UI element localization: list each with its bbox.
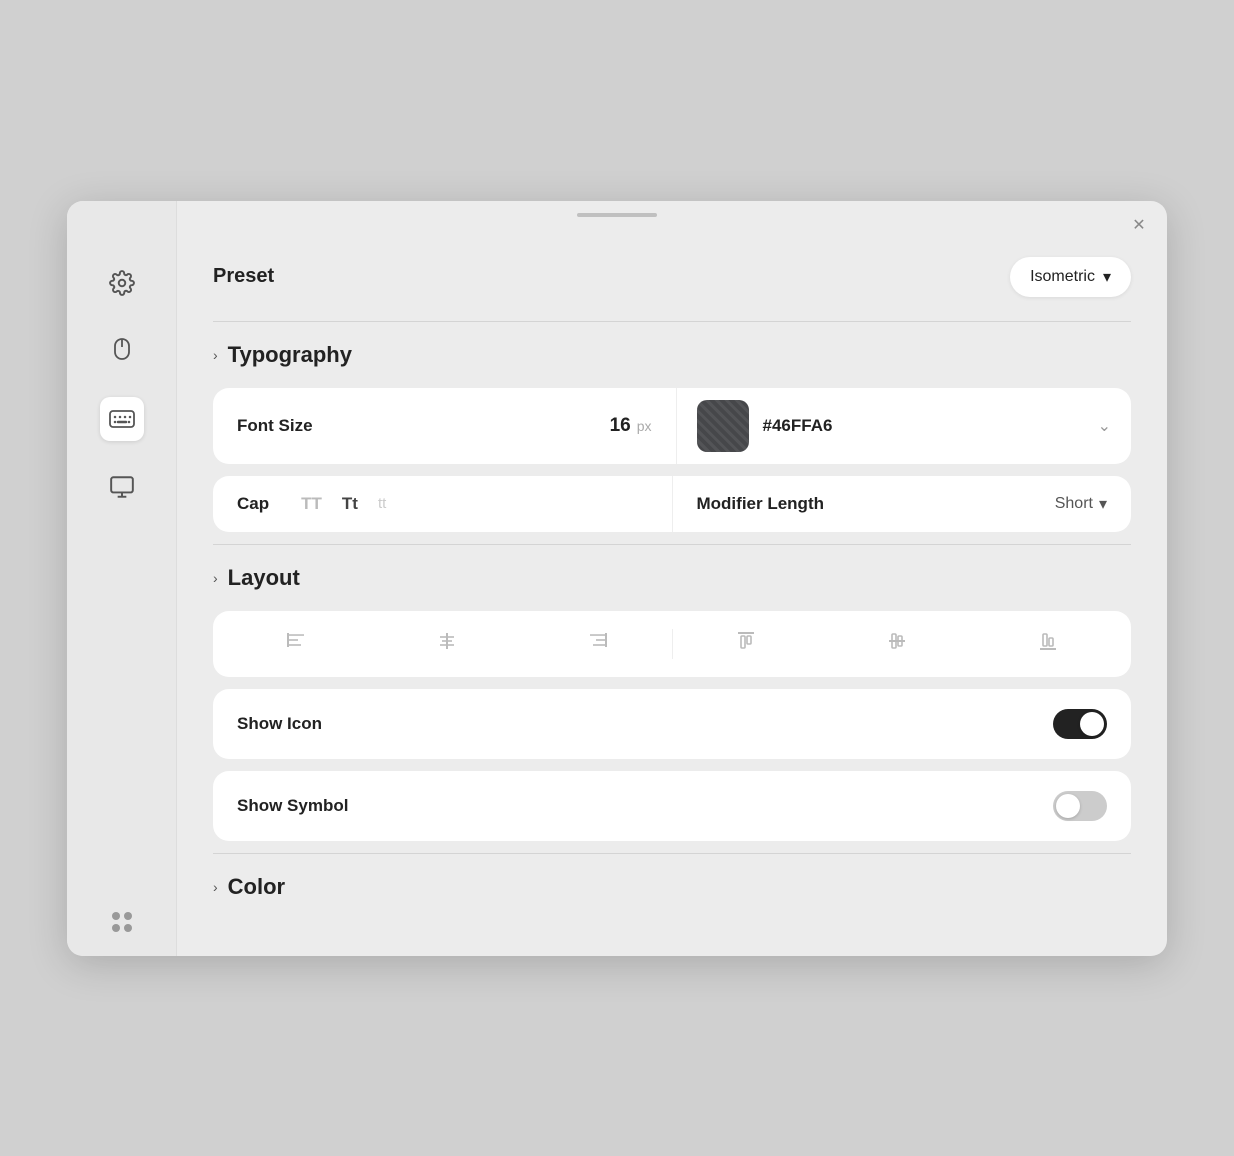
cap-option-tt-all[interactable]: TT xyxy=(301,494,322,514)
dot xyxy=(112,924,120,932)
color-section-header[interactable]: › Color xyxy=(213,874,1131,900)
modifier-chevron-icon: ▾ xyxy=(1099,494,1107,514)
font-size-color-card: Font Size 16 px #46FFA6 ⌄ xyxy=(213,388,1131,464)
sidebar-icon-mouse[interactable] xyxy=(100,329,144,373)
divider-after-typography xyxy=(213,544,1131,545)
align-middle-icon[interactable] xyxy=(886,630,908,658)
layout-cards: Show Icon Show Symbol xyxy=(213,611,1131,841)
alignment-card xyxy=(213,611,1131,677)
align-center-icon[interactable] xyxy=(436,630,458,658)
cap-modifier-card: Cap TT Tt tt Modifier Length Short ▾ xyxy=(213,476,1131,532)
layout-section-header[interactable]: › Layout xyxy=(213,565,1131,591)
dot xyxy=(124,924,132,932)
show-icon-toggle-knob xyxy=(1080,712,1104,736)
dot xyxy=(112,912,120,920)
font-size-label: Font Size xyxy=(237,416,313,436)
typography-cards: Font Size 16 px #46FFA6 ⌄ Cap TT Tt xyxy=(213,388,1131,532)
divider-after-preset xyxy=(213,321,1131,322)
align-top-icon[interactable] xyxy=(735,630,757,658)
typography-section-header[interactable]: › Typography xyxy=(213,342,1131,368)
drag-handle[interactable] xyxy=(577,213,657,217)
color-swatch xyxy=(697,400,749,452)
divider-after-layout xyxy=(213,853,1131,854)
color-dropdown-icon: ⌄ xyxy=(1098,416,1111,436)
modifier-section: Modifier Length Short ▾ xyxy=(673,476,1132,532)
preset-dropdown[interactable]: Isometric ▾ xyxy=(1010,257,1131,297)
sidebar-icon-keyboard[interactable] xyxy=(100,397,144,441)
align-divider xyxy=(672,629,673,659)
preset-row: Preset Isometric ▾ xyxy=(213,257,1131,297)
font-size-unit: px xyxy=(637,418,652,434)
vertical-align-group xyxy=(683,630,1112,658)
sidebar-icon-gear[interactable] xyxy=(100,261,144,305)
show-symbol-card: Show Symbol xyxy=(213,771,1131,841)
show-symbol-toggle-knob xyxy=(1056,794,1080,818)
preset-chevron-icon: ▾ xyxy=(1103,267,1111,287)
font-size-number: 16 xyxy=(610,415,631,437)
modifier-length-label: Modifier Length xyxy=(697,494,824,514)
layout-section-title: Layout xyxy=(228,565,300,591)
cap-label: Cap xyxy=(237,494,269,514)
preset-value: Isometric xyxy=(1030,268,1095,286)
typography-chevron-icon: › xyxy=(213,347,218,363)
modifier-length-value: Short xyxy=(1055,495,1093,513)
font-size-section: Font Size 16 px xyxy=(213,388,677,464)
align-right-icon[interactable] xyxy=(587,630,609,658)
color-hex-value: #46FFA6 xyxy=(763,416,1084,436)
show-icon-toggle[interactable] xyxy=(1053,709,1107,739)
show-symbol-toggle[interactable] xyxy=(1053,791,1107,821)
main-content: Preset Isometric ▾ › Typography Font Siz… xyxy=(177,217,1167,956)
sidebar xyxy=(67,201,177,956)
alignment-buttons xyxy=(213,611,1131,677)
align-bottom-icon[interactable] xyxy=(1037,630,1059,658)
typography-section-title: Typography xyxy=(228,342,352,368)
show-symbol-label: Show Symbol xyxy=(237,796,348,816)
cap-section: Cap TT Tt tt xyxy=(213,476,673,532)
close-button[interactable]: ✕ xyxy=(1129,215,1149,235)
color-section-title: Color xyxy=(228,874,285,900)
preset-label: Preset xyxy=(213,265,274,288)
main-window: ✕ xyxy=(67,201,1167,956)
align-left-icon[interactable] xyxy=(285,630,307,658)
horizontal-align-group xyxy=(233,630,662,658)
color-chevron-icon: › xyxy=(213,879,218,895)
show-icon-label: Show Icon xyxy=(237,714,322,734)
sidebar-icon-monitor[interactable] xyxy=(100,465,144,509)
dots-menu[interactable] xyxy=(110,912,134,932)
modifier-length-dropdown[interactable]: Short ▾ xyxy=(1055,494,1107,514)
color-picker-section[interactable]: #46FFA6 ⌄ xyxy=(677,388,1132,464)
cap-option-tt-lower[interactable]: tt xyxy=(378,495,386,512)
cap-option-tt-title[interactable]: Tt xyxy=(342,494,358,514)
layout-chevron-icon: › xyxy=(213,570,218,586)
font-size-value-group: 16 px xyxy=(610,415,652,437)
dot xyxy=(124,912,132,920)
show-icon-card: Show Icon xyxy=(213,689,1131,759)
